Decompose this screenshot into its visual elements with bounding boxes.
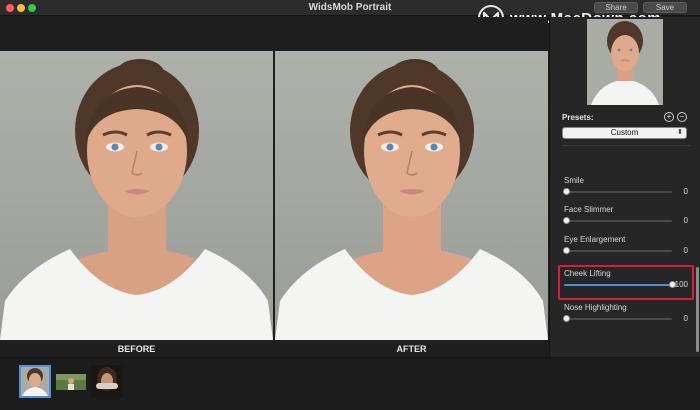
adjustments-sidebar: Presets: + − Custom ⬍ Smile 0 Face Slimm… [549, 17, 700, 357]
slider-fill [564, 284, 672, 286]
slider-track[interactable] [564, 191, 672, 193]
preview-canvas: BEFORE AFTER [0, 17, 548, 357]
add-preset-button[interactable]: + [664, 112, 674, 122]
navigator-thumbnail[interactable] [587, 19, 663, 105]
after-label: AFTER [396, 344, 427, 354]
slider-label: Eye Enlargement [564, 235, 626, 244]
slider-track[interactable] [564, 220, 672, 222]
sidebar-scrollbar[interactable] [696, 267, 699, 352]
slider-value: 0 [683, 187, 688, 196]
slider-knob[interactable] [563, 315, 570, 322]
slider-value: 0 [683, 216, 688, 225]
chevron-updown-icon: ⬍ [677, 129, 683, 136]
preset-dropdown[interactable]: Custom ⬍ [562, 127, 687, 139]
filmstrip-thumb-portrait[interactable] [19, 365, 51, 398]
slider-track[interactable] [564, 250, 672, 252]
filmstrip-thumb-dark-portrait[interactable] [91, 365, 123, 398]
slider-label: Smile [564, 176, 585, 185]
slider-track[interactable] [564, 284, 672, 286]
filmstrip [0, 357, 700, 410]
after-photo [275, 51, 548, 340]
slider-value: 100 [674, 280, 688, 289]
slider-label: Cheek Lifting [564, 269, 611, 278]
slider-value: 0 [683, 246, 688, 255]
slider-label: Nose Highlighting [564, 303, 627, 312]
divider [562, 145, 690, 146]
filmstrip-thumb-outdoor[interactable] [56, 374, 86, 390]
slider-knob[interactable] [563, 247, 570, 254]
slider-label: Face Slimmer [564, 205, 614, 214]
before-photo [0, 51, 273, 340]
preset-selected-value: Custom [610, 128, 639, 137]
slider-value: 0 [683, 314, 688, 323]
before-label: BEFORE [117, 344, 156, 354]
presets-label: Presets: [562, 113, 594, 122]
slider-knob[interactable] [563, 188, 570, 195]
slider-track[interactable] [564, 318, 672, 320]
slider-knob[interactable] [563, 217, 570, 224]
remove-preset-button[interactable]: − [677, 112, 687, 122]
